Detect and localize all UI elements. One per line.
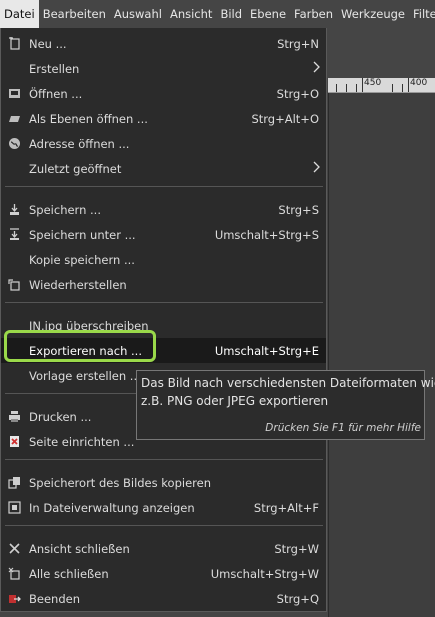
- menu-item-alle-schliessen[interactable]: Alle schließen Umschalt+Strg+W: [1, 561, 326, 586]
- menubar: Datei Bearbeiten Auswahl Ansicht Bild Eb…: [0, 0, 435, 28]
- menu-werkzeuge[interactable]: Werkzeuge: [337, 0, 409, 28]
- quit-icon: [8, 592, 21, 605]
- tooltip-help-hint: Drücken Sie F1 für mehr Hilfe: [265, 422, 421, 434]
- menu-item-speichern-unter[interactable]: Speichern unter ... Umschalt+Strg+S: [1, 222, 326, 247]
- save-as-icon: [8, 228, 21, 241]
- tooltip-line-1: Das Bild nach verschiedensten Dateiforma…: [141, 376, 435, 390]
- menu-item-in-dateiverwaltung[interactable]: In Dateiverwaltung anzeigen Strg+Alt+F: [1, 495, 326, 520]
- tooltip: Das Bild nach verschiedensten Dateiforma…: [136, 370, 435, 440]
- ruler-label-400: 400: [410, 78, 428, 88]
- menu-item-wiederherstellen[interactable]: Wiederherstellen: [1, 272, 326, 297]
- menu-ebene[interactable]: Ebene: [246, 0, 290, 28]
- open-icon: [8, 87, 21, 100]
- separator: [5, 186, 323, 187]
- canvas-area: [328, 93, 435, 617]
- close-all-icon: [8, 567, 21, 580]
- ruler-label-450: 450: [364, 78, 382, 88]
- menu-auswahl[interactable]: Auswahl: [110, 0, 166, 28]
- menu-item-speichern[interactable]: Speichern ... Strg+S: [1, 197, 326, 222]
- menu-item-erstellen[interactable]: Erstellen: [1, 56, 326, 81]
- menu-item-zuletzt-geoeffnet[interactable]: Zuletzt geöffnet: [1, 156, 326, 181]
- menu-bild[interactable]: Bild: [216, 0, 246, 28]
- close-icon: [8, 542, 21, 555]
- horizontal-ruler: 450 400: [328, 78, 435, 93]
- menu-ansicht[interactable]: Ansicht: [166, 0, 216, 28]
- menu-item-ansicht-schliessen[interactable]: Ansicht schließen Strg+W: [1, 536, 326, 561]
- menu-bearbeiten[interactable]: Bearbeiten: [39, 0, 110, 28]
- copy-location-icon: [8, 476, 21, 489]
- chevron-right-icon: [312, 60, 320, 74]
- menu-item-neu[interactable]: Neu ... Strg+N: [1, 31, 326, 56]
- menu-item-kopie-speichern[interactable]: Kopie speichern ...: [1, 247, 326, 272]
- annotation-highlight-box: [4, 330, 156, 362]
- menu-datei[interactable]: Datei: [0, 0, 39, 28]
- menu-item-als-ebenen-oeffnen[interactable]: Als Ebenen öffnen ... Strg+Alt+O: [1, 106, 326, 131]
- tooltip-line-2: z.B. PNG oder JPEG exportieren: [141, 394, 329, 408]
- menu-farben[interactable]: Farben: [290, 0, 337, 28]
- chevron-right-icon: [312, 160, 320, 174]
- new-file-icon: [8, 37, 21, 50]
- menu-filter[interactable]: Filte: [409, 0, 435, 28]
- menu-item-speicherort-kopieren[interactable]: Speicherort des Bildes kopieren: [1, 470, 326, 495]
- open-layers-icon: [8, 112, 21, 125]
- save-icon: [8, 203, 21, 216]
- revert-icon: [8, 278, 21, 291]
- separator: [5, 302, 323, 303]
- print-icon: [8, 410, 21, 423]
- menu-item-beenden[interactable]: Beenden Strg+Q: [1, 586, 326, 611]
- globe-icon: [8, 137, 21, 150]
- separator: [5, 459, 323, 460]
- menu-item-adresse-oeffnen[interactable]: Adresse öffnen ...: [1, 131, 326, 156]
- menu-item-oeffnen[interactable]: Öffnen ... Strg+O: [1, 81, 326, 106]
- file-menu: Neu ... Strg+N Erstellen Öffnen ... Strg…: [0, 28, 327, 612]
- separator: [5, 525, 323, 526]
- page-setup-icon: [8, 435, 21, 448]
- file-manager-icon: [8, 501, 21, 514]
